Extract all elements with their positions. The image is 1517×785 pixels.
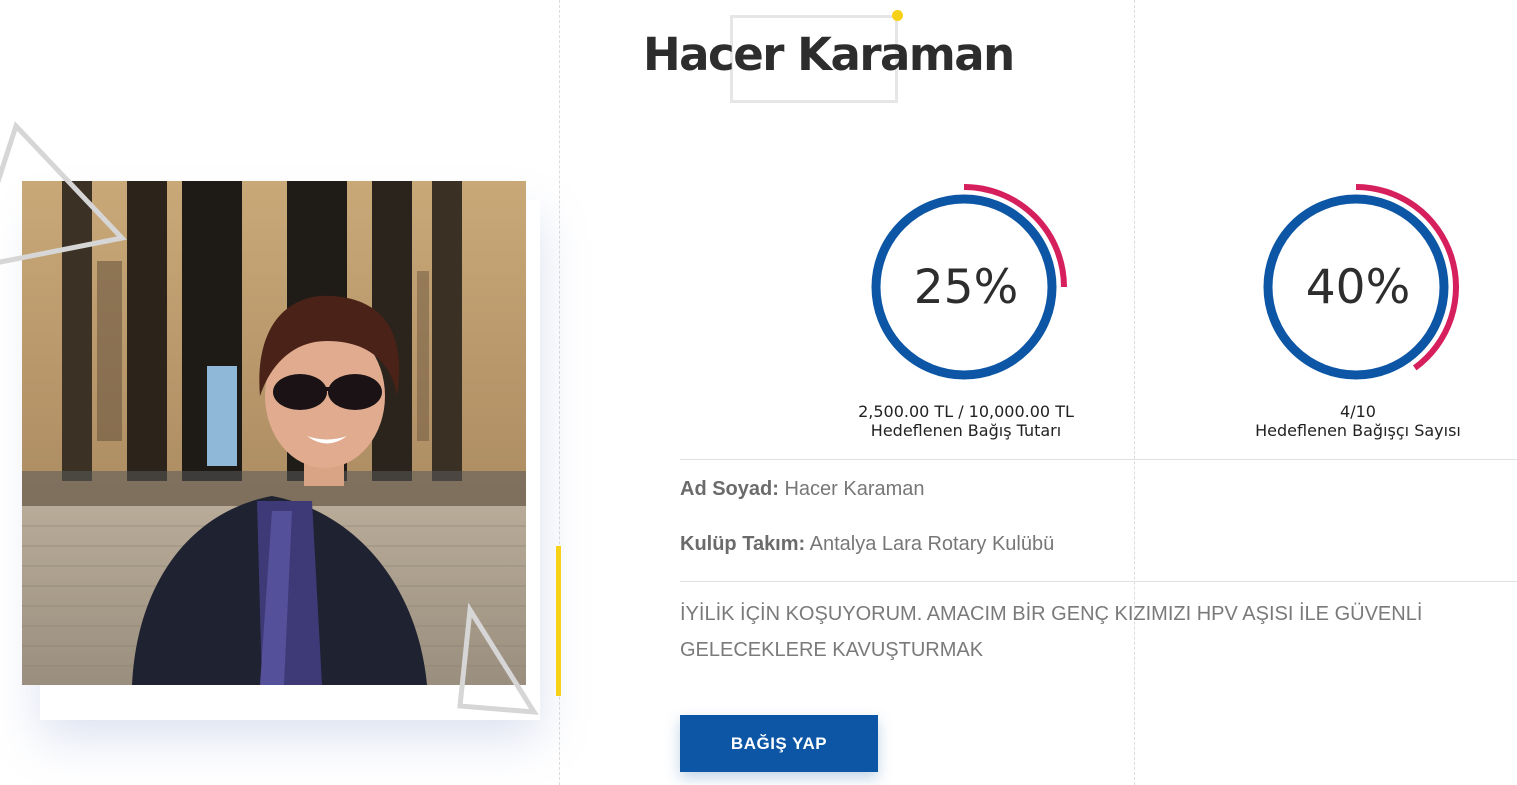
campaign-description: İYİLİK İÇİN KOŞUYORUM. AMACIM BİR GENÇ K… (680, 603, 1423, 661)
name-value: Hacer Karaman (784, 478, 925, 500)
name-row: Ad Soyad: Hacer Karaman (680, 478, 925, 501)
donor-count-ratio: 4/10 (1340, 402, 1376, 421)
donation-amount-percent: 25% (913, 260, 1019, 315)
donation-amount-ratio: 2,500.00 TL / 10,000.00 TL (858, 402, 1074, 421)
section-divider (680, 459, 1517, 460)
donor-count-caption: Hedeflenen Bağışçı Sayısı (1255, 421, 1461, 440)
donor-count-percent: 40% (1305, 260, 1411, 315)
decorative-dot (892, 10, 903, 21)
profile-photo (22, 181, 526, 685)
club-value: Antalya Lara Rotary Kulübü (809, 533, 1055, 555)
decorative-strip (556, 546, 561, 696)
club-row: Kulüp Takım: Antalya Lara Rotary Kulübü (680, 533, 1054, 556)
club-label: Kulüp Takım: (680, 533, 806, 555)
donation-amount-caption: Hedeflenen Bağış Tutarı (870, 421, 1062, 440)
section-divider (680, 581, 1517, 582)
page-title: Hacer Karaman (643, 28, 1015, 81)
donate-button[interactable]: BAĞIŞ YAP (680, 715, 878, 772)
name-label: Ad Soyad: (680, 478, 779, 500)
profile-photo-illustration (22, 181, 526, 685)
